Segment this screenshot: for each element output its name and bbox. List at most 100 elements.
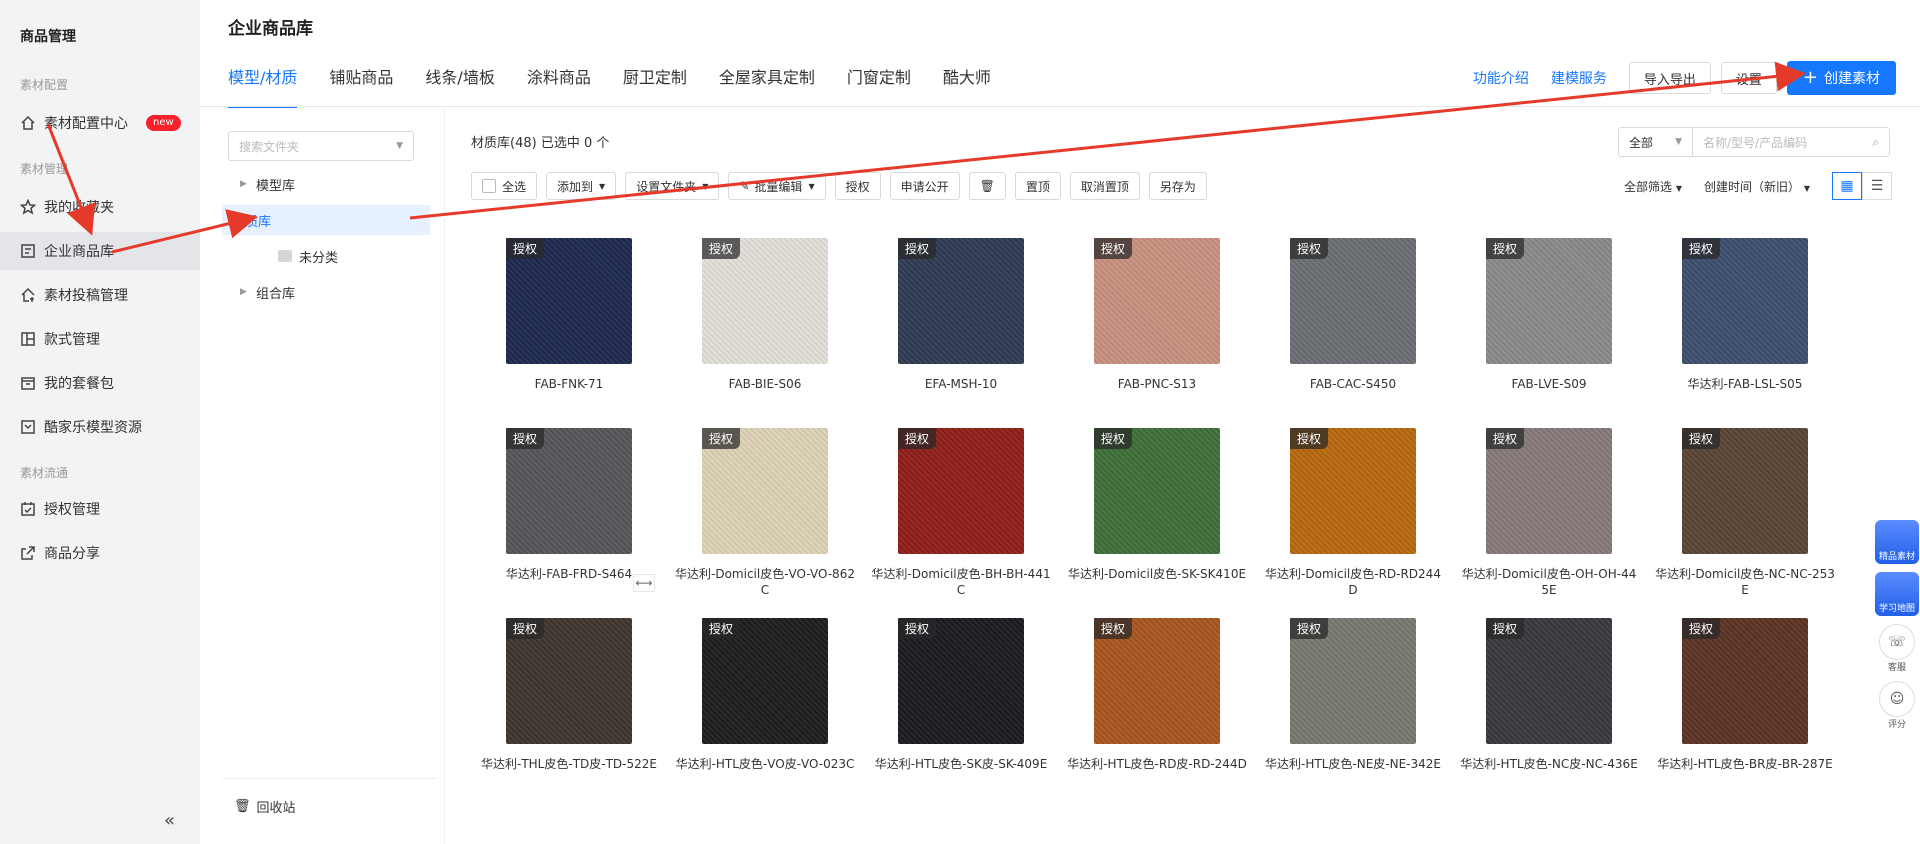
material-card[interactable]: 授权 FAB-CAC-S450 — [1255, 238, 1451, 408]
authorized-badge: 授权 — [1486, 428, 1525, 449]
material-thumbnail[interactable]: 授权 — [702, 238, 828, 364]
material-thumbnail[interactable]: 授权 — [1094, 428, 1220, 554]
material-card[interactable]: 授权 FAB-BIE-S06 — [667, 238, 863, 408]
material-card[interactable]: 授权 华达利-HTL皮色-VO皮-VO-023C — [667, 618, 863, 788]
material-thumbnail[interactable]: 授权 — [1682, 618, 1808, 744]
tree-node-combo-library[interactable]: ▶ 组合库 — [240, 277, 295, 307]
material-card[interactable]: 授权 FAB-LVE-S09 — [1451, 238, 1647, 408]
set-folder-button[interactable]: 设置文件夹 ▼ — [625, 172, 720, 200]
sort-time-dropdown[interactable]: 创建时间（新旧） ▼ — [1704, 178, 1810, 195]
select-all-button[interactable]: 全选 — [471, 172, 538, 200]
tree-node-model-library[interactable]: ▶ 模型库 — [240, 169, 295, 199]
material-thumbnail[interactable]: 授权 — [702, 618, 828, 744]
create-material-button[interactable]: + 创建素材 — [1786, 61, 1896, 95]
import-export-button[interactable]: 导入导出 — [1628, 62, 1711, 94]
add-to-button[interactable]: 添加到 ▼ — [546, 172, 617, 200]
pin-top-button[interactable]: 置顶 — [1014, 172, 1061, 200]
sidebar-item-model-resource[interactable]: 酷家乐模型资源 — [0, 408, 200, 446]
sidebar-item-share[interactable]: 商品分享 — [0, 534, 200, 572]
robot-icon: 学习地图 — [1875, 572, 1919, 616]
tab-molding[interactable]: 线条/墙板 — [425, 64, 494, 108]
material-thumbnail[interactable]: 授权 — [898, 618, 1024, 744]
sidebar-item-enterprise-library[interactable]: 企业商品库 — [0, 232, 200, 270]
material-thumbnail[interactable]: 授权 — [1094, 618, 1220, 744]
tab-furniture[interactable]: 全屋家具定制 — [719, 64, 815, 108]
material-card[interactable]: 授权 华达利-HTL皮色-NE皮-NE-342E — [1255, 618, 1451, 788]
batch-edit-button[interactable]: ✎ 批量编辑 ▼ — [728, 172, 826, 200]
library-count: 材质库(48) 已选中 0 个 — [471, 136, 610, 151]
authorize-button[interactable]: 授权 — [834, 172, 881, 200]
collapse-sidebar-button[interactable]: « — [164, 810, 175, 831]
material-card[interactable]: 授权 华达利-HTL皮色-NC皮-NC-436E — [1451, 618, 1647, 788]
checkbox[interactable] — [482, 179, 496, 193]
folder-search-input[interactable]: 搜索文件夹 ▼ — [228, 131, 414, 161]
learning-map-widget[interactable]: 学习地图 — [1875, 572, 1919, 616]
premium-material-widget[interactable]: 精品素材 — [1875, 520, 1919, 564]
material-card[interactable]: 授权 EFA-MSH-10 — [863, 238, 1059, 408]
material-thumbnail[interactable]: 授权 — [1290, 238, 1416, 364]
set-folder-label: 设置文件夹 — [636, 179, 697, 194]
settings-button[interactable]: 设置 — [1720, 62, 1777, 94]
sidebar-item-favorites[interactable]: 我的收藏夹 — [0, 188, 200, 226]
delete-button[interactable]: 🗑 — [968, 172, 1006, 200]
sidebar-item-submission[interactable]: 素材投稿管理 — [0, 276, 200, 314]
tree-node-uncategorized[interactable]: 未分类 — [278, 241, 338, 271]
material-thumbnail[interactable]: 授权 — [506, 428, 632, 554]
customer-service-widget[interactable]: ☏ 客服 — [1875, 624, 1919, 673]
material-card[interactable]: 授权 FAB-FNK-71 — [471, 238, 667, 408]
material-thumbnail[interactable]: 授权 — [702, 428, 828, 554]
material-thumbnail[interactable]: 授权 — [898, 428, 1024, 554]
material-thumbnail[interactable]: 授权 — [506, 618, 632, 744]
material-thumbnail[interactable]: 授权 — [1486, 618, 1612, 744]
material-card[interactable]: 授权 华达利-Domicil皮色-RD-RD244D — [1255, 428, 1451, 598]
material-card[interactable]: 授权 华达利-Domicil皮色-BH-BH-441C — [863, 428, 1059, 598]
folder-icon — [278, 250, 292, 262]
apply-public-button[interactable]: 申请公开 — [889, 172, 960, 200]
material-card[interactable]: 授权 华达利-HTL皮色-RD皮-RD-244D — [1059, 618, 1255, 788]
feature-intro-link[interactable]: 功能介绍 — [1473, 68, 1529, 88]
tab-model-material[interactable]: 模型/材质 — [228, 64, 298, 108]
material-thumbnail[interactable]: 授权 — [1290, 428, 1416, 554]
material-card[interactable]: 授权 华达利-Domicil皮色-VO-VO-862C — [667, 428, 863, 598]
save-as-button[interactable]: 另存为 — [1148, 172, 1207, 200]
sort-time-label: 创建时间（新旧） — [1704, 179, 1801, 194]
tab-door-window[interactable]: 门窗定制 — [847, 64, 911, 108]
material-card[interactable]: 授权 华达利-HTL皮色-SK皮-SK-409E — [863, 618, 1059, 788]
tab-kudashi[interactable]: 酷大师 — [943, 64, 991, 108]
material-thumbnail[interactable]: 授权 — [1486, 428, 1612, 554]
material-card[interactable]: 授权 华达利-THL皮色-TD皮-TD-522E — [471, 618, 667, 788]
material-card[interactable]: 授权 华达利-Domicil皮色-NC-NC-253E — [1647, 428, 1843, 598]
sidebar-item-authorization[interactable]: 授权管理 — [0, 490, 200, 528]
recycle-bin[interactable]: 🗑 回收站 — [234, 797, 296, 816]
material-card[interactable]: 授权 华达利-Domicil皮色-OH-OH-445E — [1451, 428, 1647, 598]
tree-node-material-library[interactable]: 材质库 — [222, 205, 430, 235]
material-card[interactable]: 授权 华达利-FAB-FRD-S464 — [471, 428, 667, 598]
material-thumbnail[interactable]: 授权 — [1682, 238, 1808, 364]
material-thumbnail[interactable]: 授权 — [1682, 428, 1808, 554]
grid-view-button[interactable]: ▦ — [1832, 172, 1862, 200]
material-card[interactable]: 授权 FAB-PNC-S13 — [1059, 238, 1255, 408]
all-filter-dropdown[interactable]: 全部筛选 ▼ — [1624, 178, 1682, 195]
material-card[interactable]: 授权 华达利-HTL皮色-BR皮-BR-287E — [1647, 618, 1843, 788]
material-thumbnail[interactable]: 授权 — [1290, 618, 1416, 744]
material-card[interactable]: 授权 华达利-Domicil皮色-SK-SK410E — [1059, 428, 1255, 598]
sidebar-item-package[interactable]: 我的套餐包 — [0, 364, 200, 402]
sidebar-item-config-center[interactable]: 素材配置中心 new — [0, 104, 200, 142]
material-thumbnail[interactable]: 授权 — [1486, 238, 1612, 364]
material-thumbnail[interactable]: 授权 — [506, 238, 632, 364]
authorized-badge: 授权 — [898, 238, 937, 259]
tab-tile[interactable]: 铺贴商品 — [329, 64, 393, 108]
tab-kitchen-bath[interactable]: 厨卫定制 — [623, 64, 687, 108]
modeling-service-link[interactable]: 建模服务 — [1551, 68, 1607, 88]
material-card[interactable]: 授权 华达利-FAB-LSL-S05 — [1647, 238, 1843, 408]
tab-paint[interactable]: 涂料商品 — [527, 64, 591, 108]
list-view-button[interactable]: ☰ — [1862, 172, 1892, 200]
list-icon — [20, 243, 36, 259]
rating-widget[interactable]: ☺ 评分 — [1875, 681, 1919, 730]
unpin-button[interactable]: 取消置顶 — [1069, 172, 1140, 200]
sidebar-item-style[interactable]: 款式管理 — [0, 320, 200, 358]
material-thumbnail[interactable]: 授权 — [898, 238, 1024, 364]
material-search-input[interactable]: 名称/型号/产品编码 ⌕ — [1692, 127, 1890, 157]
scope-select[interactable]: 全部 ▼ — [1618, 127, 1692, 157]
material-thumbnail[interactable]: 授权 — [1094, 238, 1220, 364]
